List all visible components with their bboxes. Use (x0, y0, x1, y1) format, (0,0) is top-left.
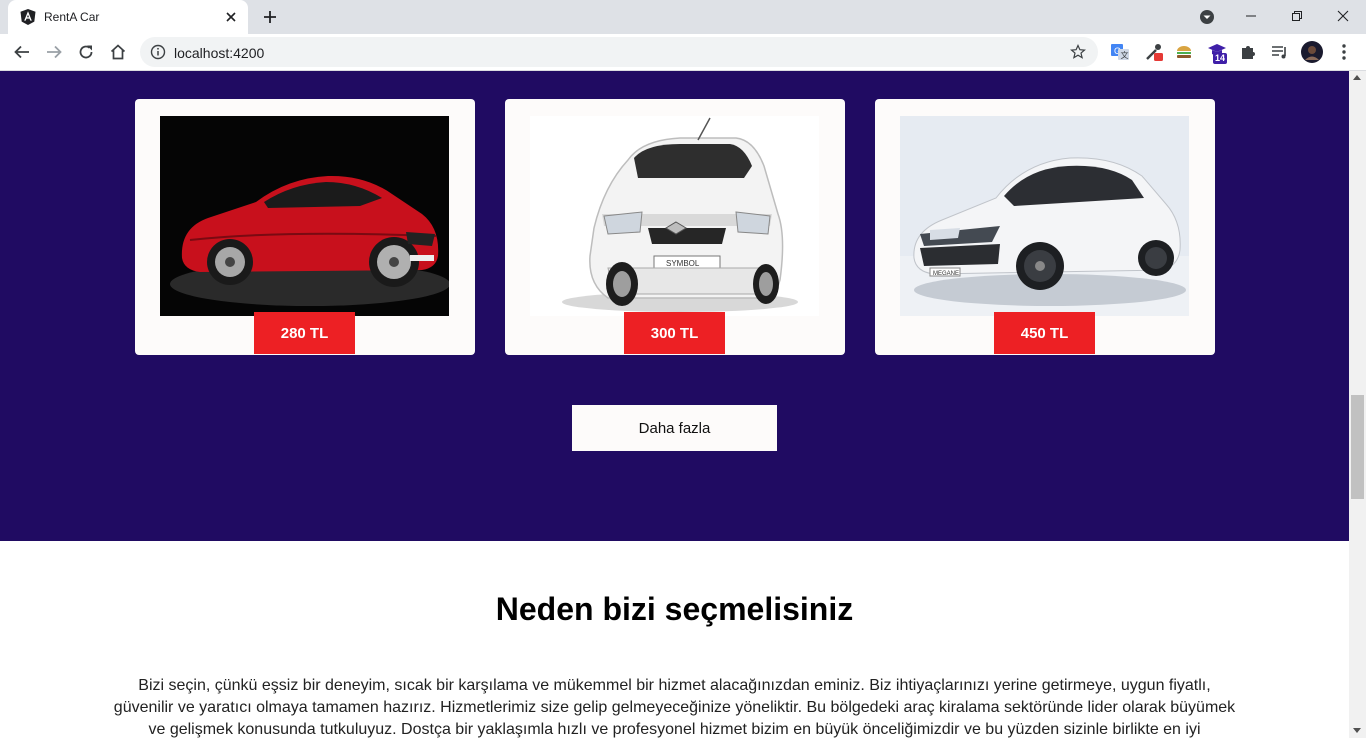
arrow-right-icon (47, 45, 62, 59)
star-icon[interactable] (1070, 44, 1086, 60)
tab-bar: RentA Car (0, 0, 1366, 34)
graduation-extension[interactable]: 14 (1207, 42, 1231, 64)
close-tab-icon[interactable] (222, 8, 240, 26)
arrow-left-icon (14, 45, 29, 59)
tab-search-icon[interactable] (1198, 8, 1216, 26)
profile-avatar[interactable] (1301, 41, 1323, 63)
translate-icon[interactable]: G 文 (1110, 42, 1130, 62)
car-card[interactable]: MEGANE 450 TL (875, 99, 1215, 355)
minimize-button[interactable] (1228, 0, 1274, 32)
reload-icon (79, 45, 93, 59)
extension-badge: 14 (1213, 53, 1228, 64)
car-image (160, 116, 449, 316)
scroll-thumb[interactable] (1351, 395, 1364, 499)
home-button[interactable] (106, 40, 130, 64)
colorpicker-extension-icon[interactable] (1144, 42, 1164, 62)
page-viewport: 280 TL SYMBOL 300 TL MEGANE 450 TL Daha … (0, 71, 1349, 738)
section-title: Neden bizi seçmelisiniz (495, 591, 854, 627)
svg-text:MEGANE: MEGANE (933, 271, 959, 277)
address-bar[interactable]: localhost:4200 (140, 37, 1098, 67)
cars-section: 280 TL SYMBOL 300 TL MEGANE 450 TL Daha … (0, 71, 1349, 541)
svg-text:SYMBOL: SYMBOL (666, 259, 700, 268)
minimize-icon (1246, 15, 1256, 17)
svg-text:文: 文 (1121, 50, 1129, 60)
car-image: SYMBOL (530, 116, 819, 316)
car-image: MEGANE (900, 116, 1189, 316)
puzzle-icon[interactable] (1238, 42, 1258, 62)
browser-toolbar: localhost:4200 G 文 14 (0, 34, 1366, 71)
page-scrollbar[interactable] (1349, 71, 1366, 738)
close-window-button[interactable] (1320, 0, 1366, 32)
back-button[interactable] (10, 40, 34, 64)
browser-tab[interactable]: RentA Car (8, 0, 248, 34)
car-card[interactable]: SYMBOL 300 TL (505, 99, 845, 355)
home-icon (110, 44, 126, 60)
car-card[interactable]: 280 TL (135, 99, 475, 355)
tab-title: RentA Car (44, 10, 100, 24)
restore-button[interactable] (1274, 0, 1320, 32)
burger-extension-icon[interactable] (1174, 42, 1194, 62)
price-badge: 280 TL (254, 312, 355, 354)
close-icon (1337, 10, 1349, 22)
section-description: Bizi seçin, çünkü eşsiz bir deneyim, sıc… (113, 677, 1236, 738)
price-badge: 300 TL (624, 312, 725, 354)
menu-dots-icon[interactable] (1334, 42, 1354, 62)
new-tab-icon[interactable] (260, 7, 280, 27)
more-button[interactable]: Daha fazla (572, 405, 777, 451)
reload-button[interactable] (74, 40, 98, 64)
url-text: localhost:4200 (174, 45, 265, 61)
forward-button[interactable] (42, 40, 66, 64)
media-control-icon[interactable] (1270, 42, 1290, 62)
info-icon[interactable] (150, 44, 166, 60)
scroll-down-arrow-icon[interactable] (1353, 728, 1361, 733)
price-badge: 450 TL (994, 312, 1095, 354)
scroll-up-arrow-icon[interactable] (1353, 75, 1361, 80)
restore-icon (1292, 11, 1302, 21)
angular-icon (20, 9, 36, 25)
